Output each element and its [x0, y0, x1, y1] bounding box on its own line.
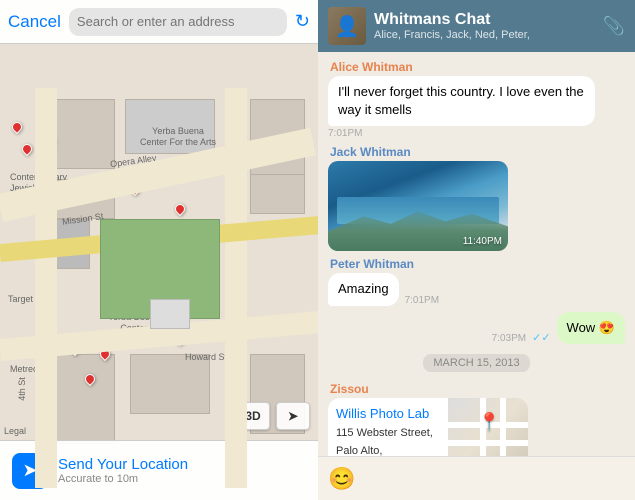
msg-bubble-alice: I'll never forget this country. I love e…	[328, 76, 595, 126]
message-me: 7:03PM ✓✓ Wow 😍	[492, 312, 625, 344]
chat-panel: 👤 Whitmans Chat Alice, Francis, Jack, Ne…	[318, 0, 635, 500]
legal-text: Legal	[4, 426, 26, 436]
message-zissou-location: Zissou Willis Photo Lab 115 Webster Stre…	[328, 382, 528, 456]
map-pin-2[interactable]	[22, 144, 34, 160]
chat-header: 👤 Whitmans Chat Alice, Francis, Jack, Ne…	[318, 0, 635, 52]
send-location-subtitle: Accurate to 10m	[58, 473, 188, 485]
msg-bubble-me: Wow 😍	[557, 312, 625, 344]
location-bubble[interactable]: Willis Photo Lab 115 Webster Street, Pal…	[328, 398, 528, 456]
chat-input-bar: 😊	[318, 456, 635, 500]
search-input[interactable]	[77, 14, 279, 29]
message-jack: Jack Whitman 11:40PM	[328, 145, 508, 251]
thumbnail-pin: 📍	[478, 412, 500, 433]
location-address: 115 Webster Street, Palo Alto,	[336, 427, 433, 456]
msg-sender-alice: Alice Whitman	[328, 60, 413, 74]
msg-sender-peter: Peter Whitman	[328, 257, 414, 271]
msg-time-me: 7:03PM	[492, 333, 526, 344]
msg-check-me: ✓✓	[532, 331, 550, 344]
map-background: Mission St 4th St 3rd St Howard St Opera…	[0, 44, 318, 500]
location-text: Send Your Location Accurate to 10m	[58, 456, 188, 485]
location-link[interactable]: Willis Photo Lab	[336, 406, 440, 421]
howard-st-label: Howard St	[185, 352, 227, 362]
location-map-thumbnail: 📍	[448, 398, 528, 456]
chat-title: Whitmans Chat	[374, 11, 595, 29]
date-separator: MARCH 15, 2013	[423, 354, 529, 372]
yerba-buena-arts-label: Yerba BuenaCenter For the Arts	[140, 126, 216, 148]
message-alice: Alice Whitman I'll never forget this cou…	[328, 60, 595, 139]
messages-area: Alice Whitman I'll never forget this cou…	[318, 52, 635, 456]
msg-time-jack: 11:40PM	[463, 236, 502, 247]
attachment-icon[interactable]: 📎	[603, 16, 625, 37]
chat-members: Alice, Francis, Jack, Ned, Peter,	[374, 29, 595, 41]
avatar: 👤	[328, 7, 366, 45]
send-location-title: Send Your Location	[58, 456, 188, 473]
target-label: Target	[8, 294, 33, 304]
map-header: Cancel ↻	[0, 0, 318, 44]
msg-time-alice: 7:01PM	[328, 128, 362, 139]
map-pin-1[interactable]	[12, 122, 24, 138]
msg-image-jack: 11:40PM	[328, 161, 508, 251]
msg-time-peter: 7:01PM	[405, 295, 439, 306]
search-bar[interactable]	[69, 8, 287, 36]
msg-sender-zissou: Zissou	[328, 382, 369, 396]
cancel-button[interactable]: Cancel	[8, 12, 61, 32]
compass-button[interactable]: ➤	[276, 402, 310, 430]
refresh-icon[interactable]: ↻	[295, 11, 310, 32]
message-peter: Peter Whitman Amazing 7:01PM	[328, 257, 439, 305]
emoji-button[interactable]: 😊	[328, 466, 355, 492]
avatar-image: 👤	[328, 7, 366, 45]
map-pin-5[interactable]	[175, 204, 187, 220]
msg-bubble-peter: Amazing	[328, 273, 399, 305]
map-controls: 3D ➤	[236, 402, 310, 430]
chat-info: Whitmans Chat Alice, Francis, Jack, Ned,…	[374, 11, 595, 41]
map-pin-10[interactable]	[85, 374, 97, 390]
map-panel: Cancel ↻ Mission St 4t	[0, 0, 318, 500]
4th-st-label: 4th St	[17, 377, 27, 401]
msg-sender-jack: Jack Whitman	[328, 145, 411, 159]
